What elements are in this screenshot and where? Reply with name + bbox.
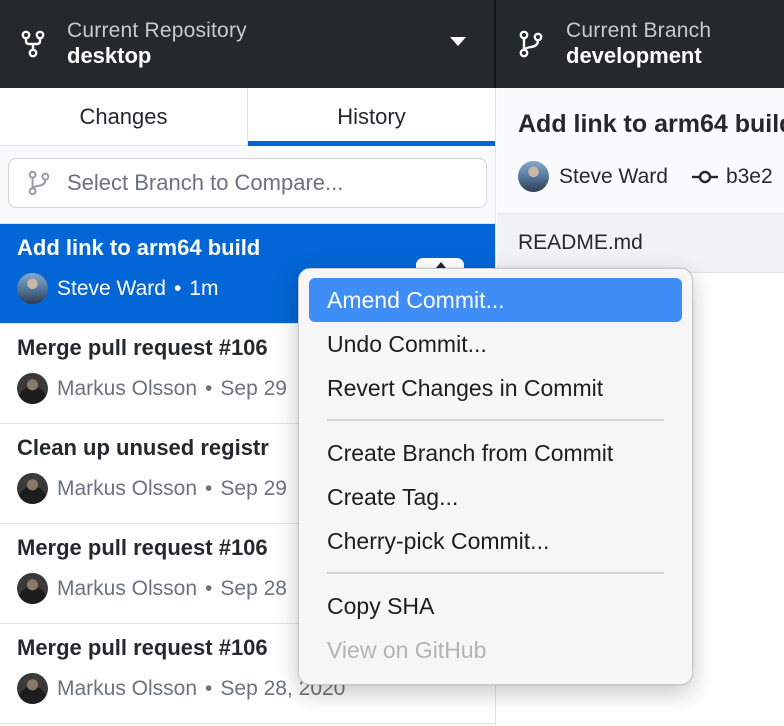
- commit-summary-header: Add link to arm64 build Steve Ward b3e2: [497, 88, 784, 214]
- repo-forked-icon: [19, 30, 47, 58]
- tab-changes[interactable]: Changes: [0, 88, 247, 145]
- commit-author: Markus Olsson: [57, 476, 198, 500]
- avatar: [17, 573, 48, 604]
- commit-author: Markus Olsson: [57, 376, 198, 400]
- changed-file-item[interactable]: README.md: [497, 214, 784, 273]
- commit-author: Steve Ward: [559, 164, 668, 188]
- menu-separator: [327, 572, 664, 574]
- menu-item-create-branch[interactable]: Create Branch from Commit: [309, 431, 682, 475]
- avatar: [17, 473, 48, 504]
- app-toolbar: Current Repository desktop Current Branc…: [0, 0, 784, 88]
- avatar: [17, 673, 48, 704]
- branch-name: development: [566, 43, 702, 69]
- current-branch-button[interactable]: Current Branch development: [496, 0, 784, 88]
- tab-bar: Changes History: [0, 88, 495, 146]
- menu-item-view-on-github: View on GitHub: [327, 637, 487, 663]
- menu-item-cherry-pick[interactable]: Cherry-pick Commit...: [309, 519, 682, 563]
- menu-separator: [327, 419, 664, 421]
- menu-item-copy-sha[interactable]: Copy SHA: [309, 584, 682, 628]
- menu-item-amend-commit[interactable]: Amend Commit...: [309, 278, 682, 322]
- avatar: [17, 373, 48, 404]
- menu-item-revert-changes[interactable]: Revert Changes in Commit: [309, 366, 682, 410]
- repository-label: Current Repository: [67, 19, 247, 43]
- git-commit-icon: [691, 170, 718, 184]
- commit-time: Sep 28: [220, 576, 287, 600]
- menu-item-undo-commit[interactable]: Undo Commit...: [309, 322, 682, 366]
- commit-time: 1m: [189, 276, 219, 300]
- commit-time: Sep 29: [220, 376, 287, 400]
- commit-context-menu: Amend Commit... Undo Commit... Revert Ch…: [298, 268, 693, 685]
- dropdown-caret-icon: [450, 37, 466, 46]
- commit-author: Markus Olsson: [57, 576, 198, 600]
- avatar: [17, 273, 48, 304]
- branch-compare-input[interactable]: Select Branch to Compare...: [8, 158, 487, 208]
- current-repository-button[interactable]: Current Repository desktop: [0, 0, 496, 88]
- commit-time: Sep 29: [220, 476, 287, 500]
- commit-sha[interactable]: b3e2: [726, 165, 773, 189]
- avatar: [518, 161, 549, 192]
- menu-item-create-tag[interactable]: Create Tag...: [309, 475, 682, 519]
- branch-label: Current Branch: [566, 19, 712, 43]
- compare-bar: Select Branch to Compare...: [0, 146, 495, 224]
- repository-name: desktop: [67, 43, 152, 69]
- git-branch-icon: [517, 30, 545, 58]
- commit-summary-title: Add link to arm64 build: [518, 110, 784, 138]
- commit-author: Steve Ward: [57, 276, 166, 300]
- compare-placeholder: Select Branch to Compare...: [67, 170, 344, 195]
- tab-history[interactable]: History: [247, 88, 495, 146]
- commit-author: Markus Olsson: [57, 676, 198, 700]
- git-branch-icon: [25, 170, 53, 196]
